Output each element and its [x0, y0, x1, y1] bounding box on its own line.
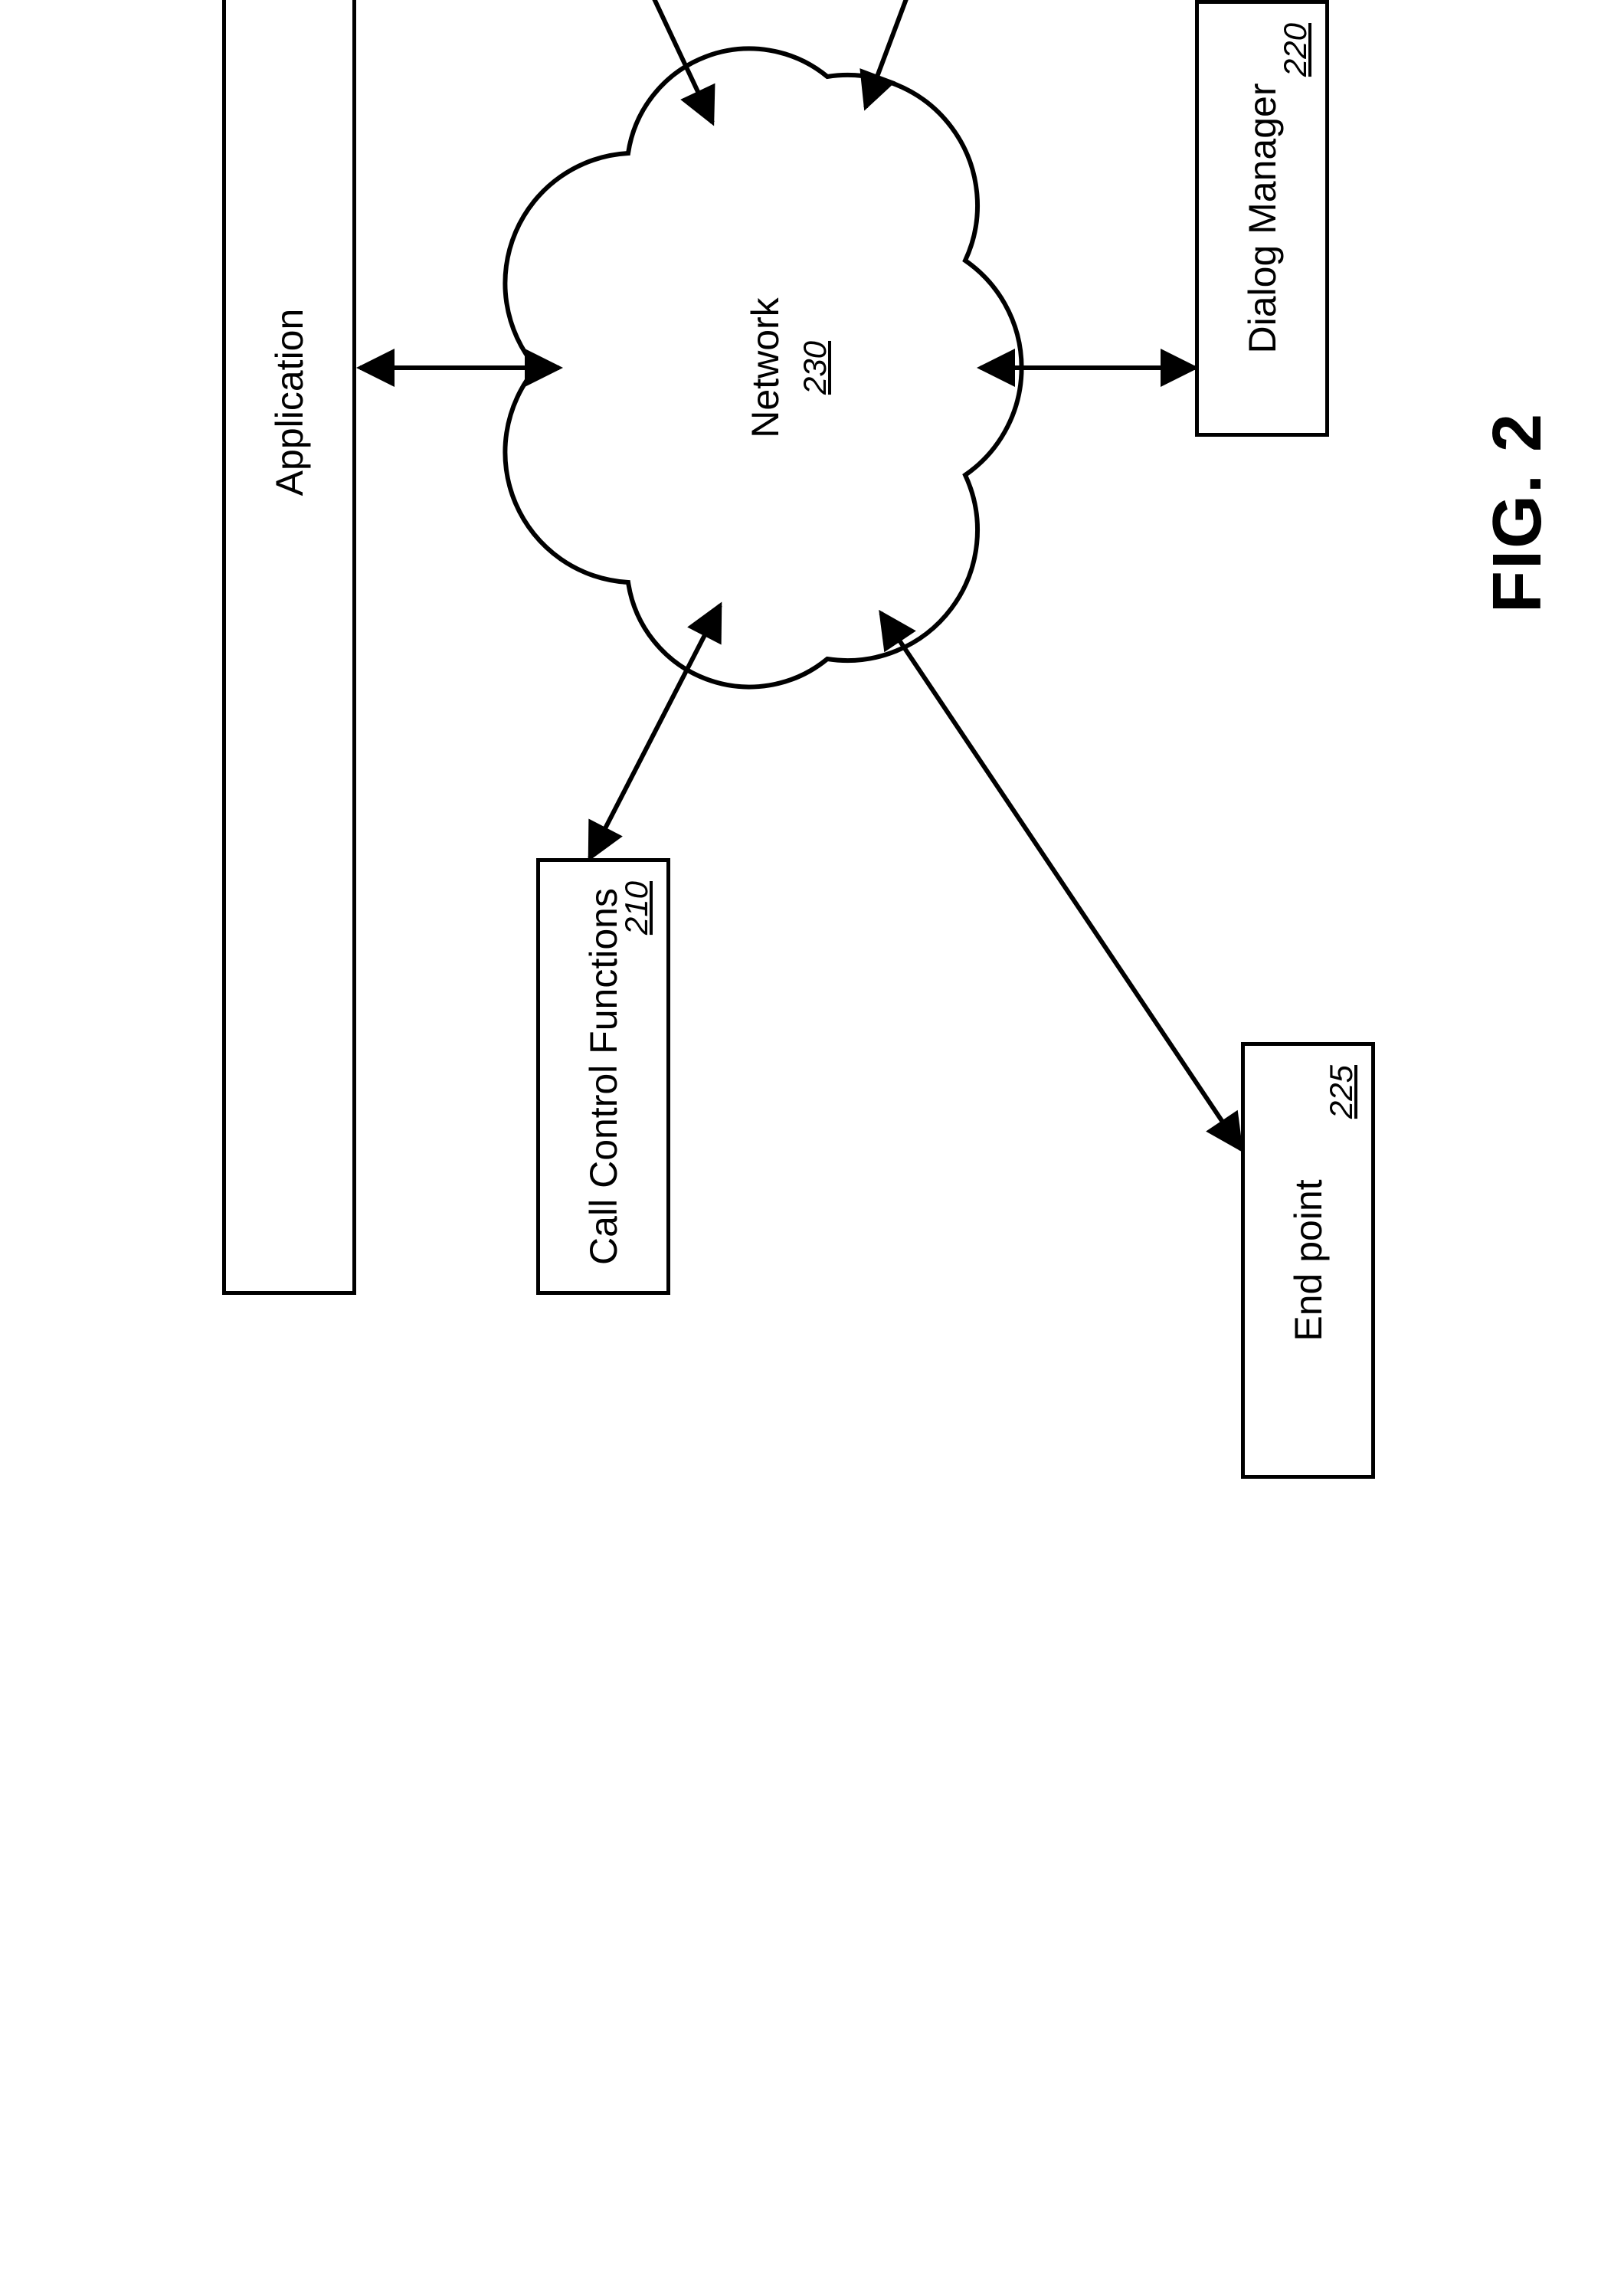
network-label: Network 230	[743, 261, 833, 475]
call-control-box: Call Control Functions 210	[536, 858, 670, 1295]
call-control-ref: 210	[618, 881, 655, 935]
dialog-mgr-label: Dialog Manager	[1240, 84, 1285, 354]
application-label: Application	[267, 309, 312, 496]
application-box: Application 205	[222, 0, 356, 1295]
end-point-ref: 225	[1323, 1065, 1360, 1119]
call-control-label: Call Control Functions	[581, 888, 626, 1265]
end-point-box: End point 225	[1241, 1042, 1375, 1479]
network-text: Network	[743, 261, 787, 475]
diagram-stage: Network 230 Application 205 Call Control…	[0, 0, 1624, 1624]
network-ref: 230	[797, 341, 833, 395]
dialog-mgr-ref: 220	[1277, 23, 1314, 77]
dialog-mgr-box: Dialog Manager 220	[1195, 0, 1329, 437]
figure-caption: FIG. 2	[1478, 412, 1557, 613]
end-point-label: End point	[1286, 1179, 1331, 1341]
